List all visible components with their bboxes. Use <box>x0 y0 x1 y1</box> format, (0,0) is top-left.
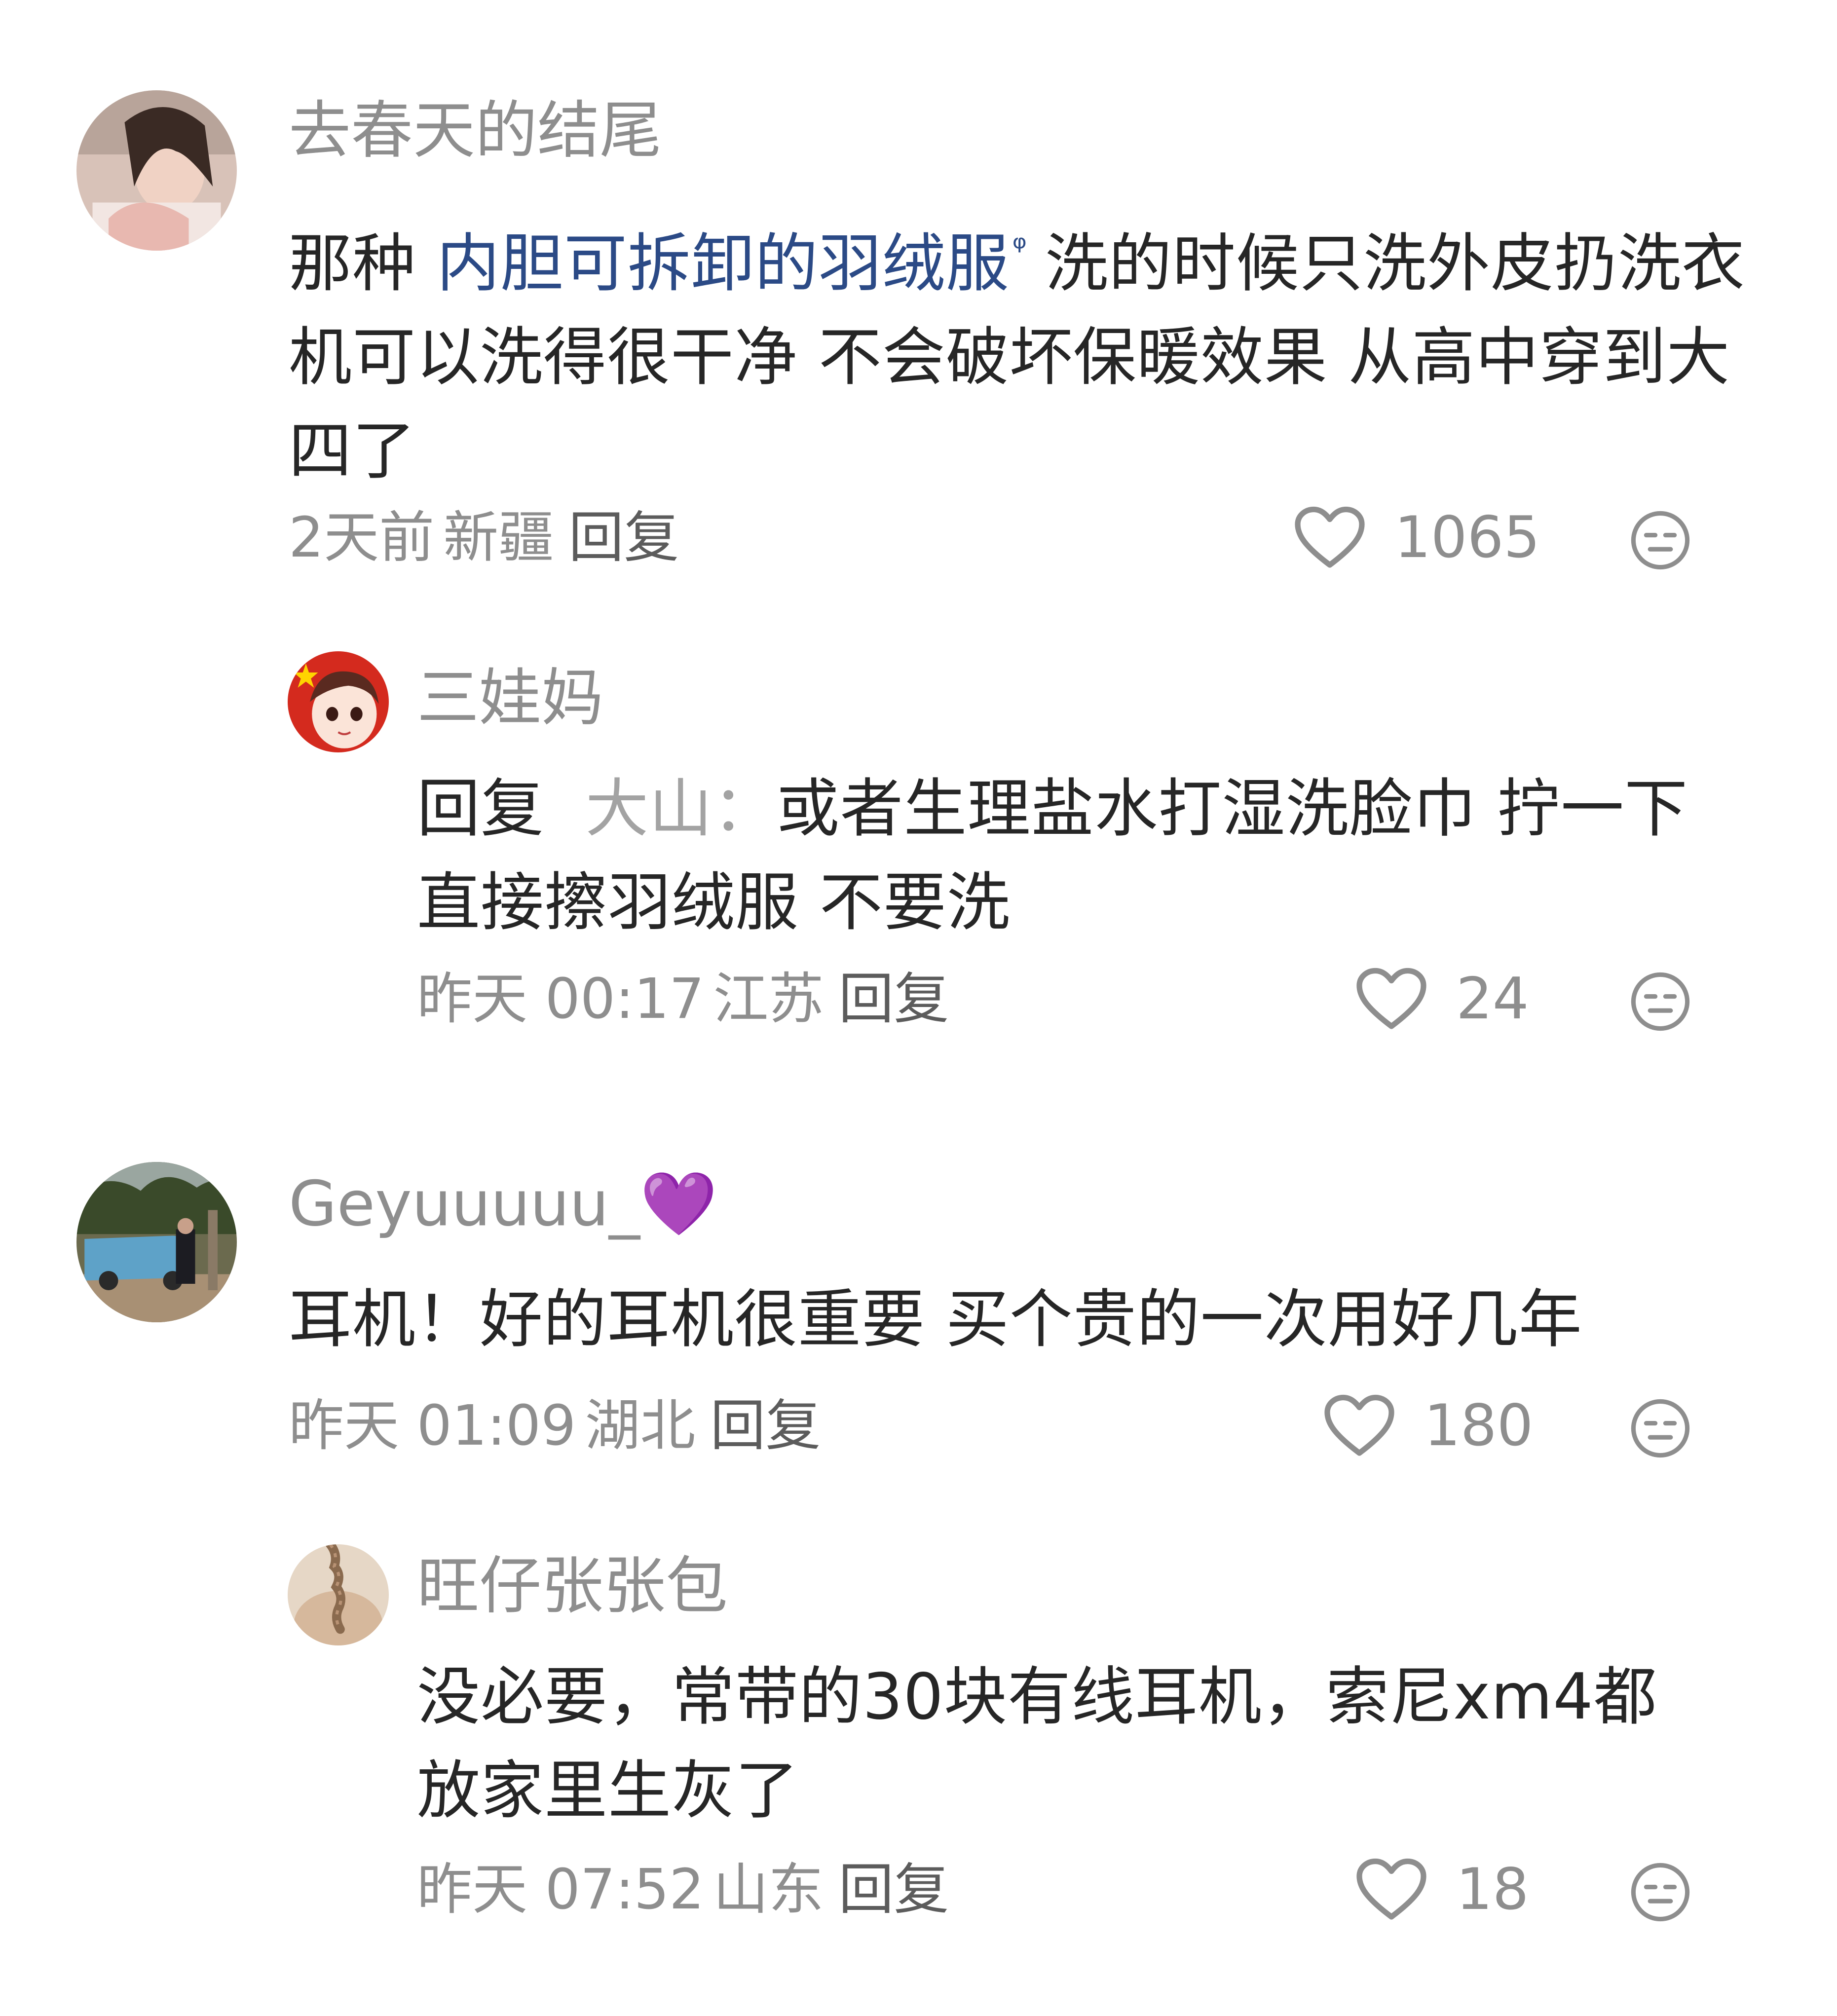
like-button[interactable]: 24 <box>1354 962 1529 1036</box>
comment-username[interactable]: 去春天的结尾 <box>289 91 662 170</box>
reply-location: 山东 <box>713 1858 824 1922</box>
comment-text: 耳机！好的耳机很重要 买个贵的一次用好几年 <box>289 1273 1749 1367</box>
comment-location: 湖北 <box>585 1394 696 1458</box>
reply-text: 没必要，常带的30块有线耳机，索尼xm4都放家里生灰了 <box>417 1650 1700 1838</box>
dislike-button[interactable] <box>1628 970 1692 1034</box>
comment-text: 那种 内胆可拆卸的羽绒服ᵠ 洗的时候只洗外皮扔洗衣机可以洗得很干净 不会破坏保暖效… <box>289 201 1749 498</box>
reply-time: 昨天 00:17 <box>417 967 705 1031</box>
reply-meta: 昨天 07:52 山东 回复 <box>417 1853 949 1927</box>
heart-outline-icon <box>1324 1394 1394 1456</box>
comment-text-body: 耳机！好的耳机很重要 买个贵的一次用好几年 <box>289 1283 1582 1356</box>
reply-button[interactable]: 回复 <box>838 1858 949 1922</box>
like-button[interactable]: 180 <box>1322 1389 1533 1463</box>
avatar[interactable] <box>76 1162 237 1322</box>
search-icon[interactable]: ᵠ <box>1012 227 1027 268</box>
comment-time: 2天前 <box>289 506 435 570</box>
search-link[interactable]: 内胆可拆卸的羽绒服 <box>437 227 1010 300</box>
avatar[interactable] <box>288 651 389 752</box>
like-button[interactable]: 1065 <box>1293 501 1540 575</box>
reply-colon: ： <box>712 772 777 846</box>
reply-prefix: 回复 <box>417 772 545 846</box>
reply-button[interactable]: 回复 <box>568 506 679 570</box>
like-count: 1065 <box>1394 504 1540 571</box>
reply-text: 回复 大山：或者生理盐水打湿洗脸巾 拧一下 直接擦羽绒服 不要洗 <box>417 762 1749 950</box>
like-count: 18 <box>1456 1856 1529 1923</box>
reply-button[interactable]: 回复 <box>710 1394 821 1458</box>
neutral-face-icon <box>1631 1399 1690 1458</box>
reply-button[interactable]: 回复 <box>838 967 949 1031</box>
reply-time: 昨天 07:52 <box>417 1858 705 1922</box>
comment-meta: 2天前 新疆 回复 <box>289 501 679 575</box>
heart-outline-icon <box>1295 506 1365 568</box>
reply-text-body: 没必要，常带的30块有线耳机，索尼xm4都放家里生灰了 <box>417 1660 1657 1828</box>
comment-text-prefix: 那种 <box>289 227 437 300</box>
avatar-image <box>288 1544 389 1645</box>
comment-time: 昨天 01:09 <box>289 1394 576 1458</box>
dislike-button[interactable] <box>1628 508 1692 572</box>
reply-location: 江苏 <box>713 967 824 1031</box>
like-count: 24 <box>1456 966 1529 1032</box>
heart-outline-icon <box>1356 968 1426 1029</box>
heart-outline-icon <box>1356 1858 1426 1920</box>
neutral-face-icon <box>1631 511 1690 570</box>
avatar-image <box>76 90 237 251</box>
neutral-face-icon <box>1631 1863 1690 1922</box>
reply-to-username[interactable]: 大山 <box>585 772 712 846</box>
comment-username[interactable]: Geyuuuuu_💜 <box>289 1164 717 1243</box>
reply-meta: 昨天 00:17 江苏 回复 <box>417 962 949 1036</box>
neutral-face-icon <box>1631 972 1690 1031</box>
avatar-image <box>76 1162 237 1322</box>
avatar-image <box>288 651 389 752</box>
dislike-button[interactable] <box>1628 1860 1692 1924</box>
like-button[interactable]: 18 <box>1354 1853 1529 1927</box>
avatar[interactable] <box>288 1544 389 1645</box>
reply-username[interactable]: 三娃妈 <box>417 659 603 738</box>
comment-meta: 昨天 01:09 湖北 回复 <box>289 1389 821 1463</box>
like-count: 180 <box>1424 1392 1534 1459</box>
avatar[interactable] <box>76 90 237 251</box>
dislike-button[interactable] <box>1628 1396 1692 1460</box>
comment-location: 新疆 <box>443 506 554 570</box>
reply-username[interactable]: 旺仔张张包 <box>417 1547 728 1626</box>
